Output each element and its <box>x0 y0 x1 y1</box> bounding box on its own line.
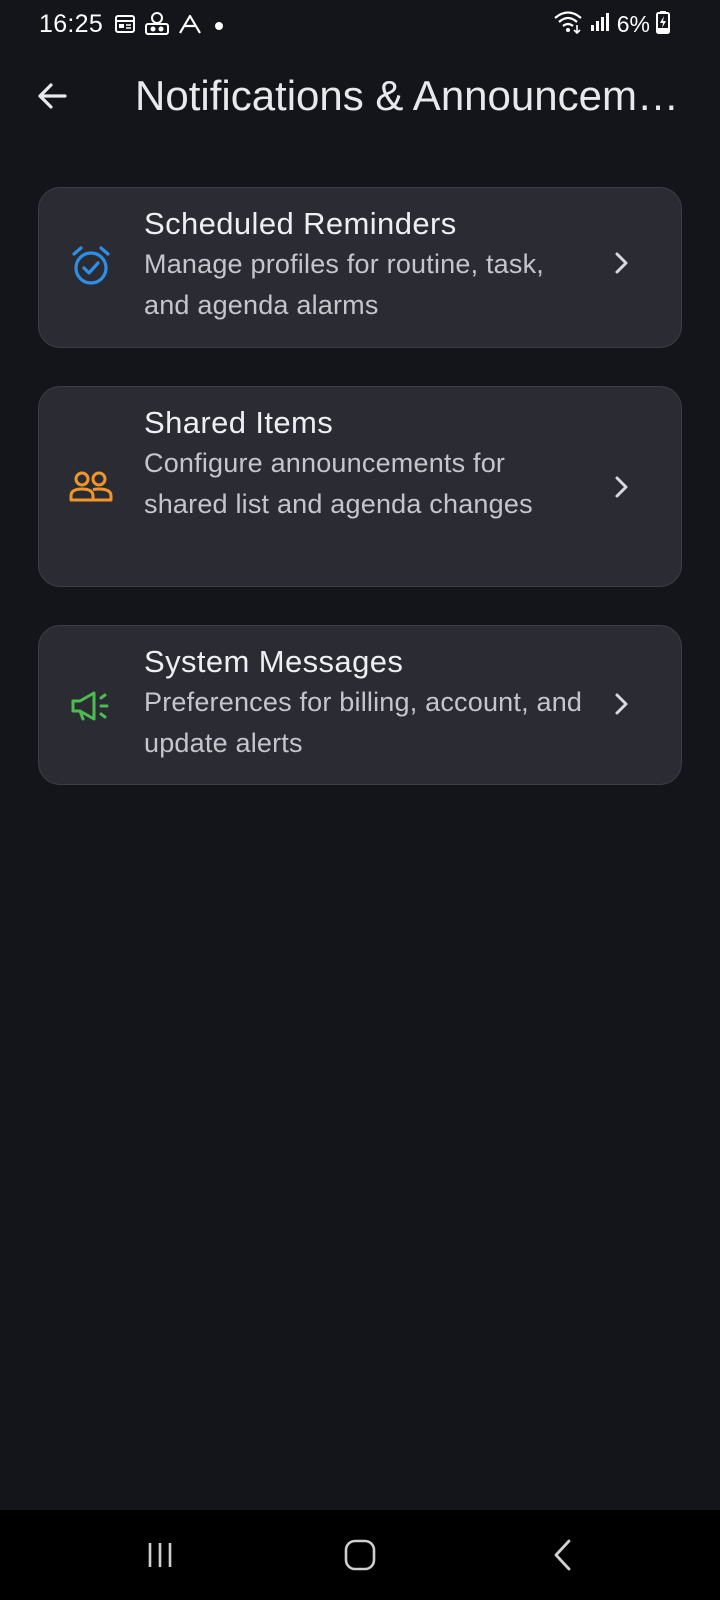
shared-items-text: Shared Items Configure announcements for… <box>144 403 584 525</box>
shared-items-card[interactable]: Shared Items Configure announcements for… <box>38 386 682 587</box>
card-description: Manage profiles for routine, task, and a… <box>144 249 545 320</box>
screen: 16:25 6% Notifications & Announcements S… <box>0 0 720 1600</box>
top-app-bar: Notifications & Announcements <box>0 56 720 140</box>
scheduled-reminders-card[interactable]: Scheduled Reminders Manage profiles for … <box>38 187 682 348</box>
status-bar: 16:25 6% <box>0 0 720 56</box>
system-messages-card[interactable]: System Messages Preferences for billing,… <box>38 625 682 785</box>
incognito-icon <box>144 12 170 36</box>
page-title: Notifications & Announcements <box>135 72 680 119</box>
megaphone-icon <box>69 684 113 728</box>
arrow-left-icon <box>38 83 67 109</box>
dot-icon <box>210 13 228 35</box>
card-title: Shared Items <box>144 405 334 440</box>
wifi-icon <box>553 10 583 39</box>
recent-apps-icon <box>148 1543 172 1567</box>
status-time: 16:25 <box>39 10 104 38</box>
home-button[interactable] <box>330 1530 390 1580</box>
settings-list: Scheduled Reminders Manage profiles for … <box>38 187 682 823</box>
back-button[interactable] <box>26 70 78 122</box>
alarm-check-icon <box>69 244 113 288</box>
scheduled-reminders-text: Scheduled Reminders Manage profiles for … <box>144 204 584 326</box>
chevron-right-icon <box>609 475 633 499</box>
arrow-app-icon <box>178 13 202 35</box>
status-right-icons: 6% <box>553 10 670 39</box>
chevron-right-icon <box>609 251 633 275</box>
back-nav-button[interactable] <box>533 1530 593 1580</box>
home-icon <box>344 1539 376 1571</box>
card-title: System Messages <box>144 644 404 679</box>
card-title: Scheduled Reminders <box>144 206 457 241</box>
battery-charging-icon <box>656 10 670 39</box>
calendar-icon <box>114 13 136 35</box>
system-navigation-bar <box>0 1510 720 1600</box>
recent-apps-button[interactable] <box>130 1530 190 1580</box>
card-description: Preferences for billing, account, and up… <box>144 687 583 758</box>
back-nav-icon <box>554 1539 571 1571</box>
system-messages-text: System Messages Preferences for billing,… <box>144 642 584 764</box>
signal-icon <box>589 11 611 38</box>
battery-percent: 6% <box>616 11 650 37</box>
chevron-right-icon <box>609 692 633 716</box>
status-left-icons <box>114 12 228 36</box>
people-icon <box>69 464 113 508</box>
card-description: Configure announcements for shared list … <box>144 448 533 519</box>
